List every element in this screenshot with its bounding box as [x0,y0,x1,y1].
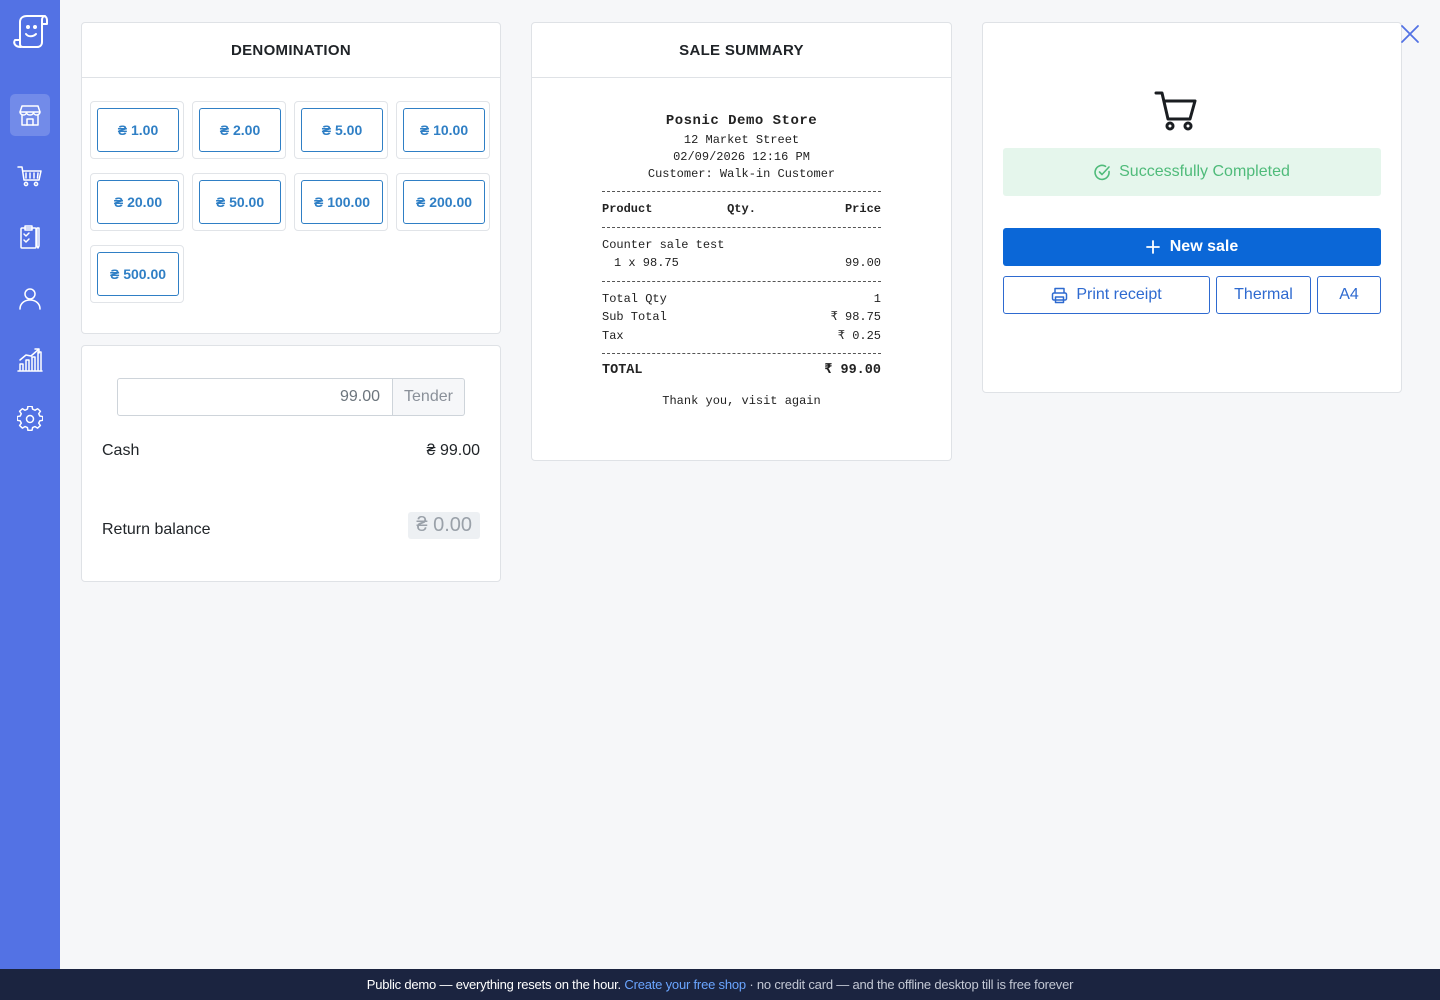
denom-button-2[interactable]: ₴ 2.00 [199,108,281,152]
denomination-title: DENOMINATION [82,23,500,78]
nav-cart[interactable] [10,155,50,197]
cart-icon [1154,89,1198,133]
denom-button-10[interactable]: ₴ 10.00 [403,108,485,152]
denom-cell: ₴ 1.00 [90,101,184,159]
receipt-face-icon[interactable] [11,14,49,50]
a4-label: A4 [1339,286,1359,303]
cash-label: Cash [102,442,140,459]
demo-footer: Public demo — everything resets on the h… [0,969,1440,1000]
receipt-datetime: 02/09/2026 12:16 PM [673,150,810,164]
total-label: TOTAL [602,363,643,378]
total-qty-value: 1 [873,291,881,306]
thermal-label: Thermal [1234,286,1293,303]
receipt-item-name-row: Counter sale test [602,236,881,255]
nav-reports[interactable] [10,338,50,380]
denom-cell: ₴ 10.00 [396,101,490,159]
total-row: TOTAL ₹ 99.00 [602,362,881,381]
settings-icon [17,406,43,432]
close-icon [1401,25,1419,43]
a4-button[interactable]: A4 [1317,276,1381,314]
payment-card: Tender Cash ₴ 99.00 Return balance ₴ 0.0… [81,345,501,582]
receipt-item-row: 1 x 98.75 99.00 [602,254,881,273]
success-message: Successfully Completed [1003,148,1381,196]
nav-customers[interactable] [10,277,50,319]
return-balance-label: Return balance [102,520,211,538]
tax-label: Tax [602,328,624,343]
tax-row: Tax ₹ 0.25 [602,327,881,346]
print-receipt-label: Print receipt [1076,286,1162,303]
return-balance-row: Return balance ₴ 0.00 [102,512,480,539]
sale-summary-card: SALE SUMMARY Posnic Demo Store 12 Market… [531,22,952,461]
receipt-divider [602,353,881,354]
receipt-customer: Customer: Walk-in Customer [647,167,836,181]
receipt: Posnic Demo Store 12 Market Street 02/09… [602,113,881,410]
create-shop-link[interactable]: Create your free shop [624,977,746,992]
denom-cell: ₴ 500.00 [90,245,184,303]
receipt-divider [602,226,881,228]
total-qty-label: Total Qty [602,291,667,306]
nav-store[interactable] [10,94,50,136]
tender-input[interactable] [117,378,393,416]
print-receipt-button[interactable]: Print receipt [1003,276,1210,314]
new-sale-label: New sale [1169,238,1239,255]
subtotal-label: Sub Total [602,310,667,324]
denom-cell: ₴ 100.00 [294,173,388,231]
receipt-divider [602,191,881,192]
denom-button-200[interactable]: ₴ 200.00 [403,180,485,224]
receipt-header-row: Product Qty. Price [602,200,881,219]
receipt-store-name: Posnic Demo Store [665,113,818,129]
clipboard-icon [20,225,40,249]
item-price: 99.00 [844,256,881,270]
denom-button-20[interactable]: ₴ 20.00 [97,180,179,224]
completion-card: Successfully Completed New sale Print re… [982,22,1402,393]
printer-icon [1052,287,1068,303]
col-product: Product [602,202,653,216]
return-balance-value: ₴ 0.00 [408,512,480,539]
sale-summary-title: SALE SUMMARY [532,23,951,78]
store-icon [19,105,41,126]
receipt-address: 12 Market Street [683,133,800,147]
denom-cell: ₴ 5.00 [294,101,388,159]
denom-button-1[interactable]: ₴ 1.00 [97,108,179,152]
denom-cell: ₴ 2.00 [192,101,286,159]
denom-cell: ₴ 20.00 [90,173,184,231]
cart-icon [17,166,42,187]
cash-row: Cash ₴ 99.00 [102,442,480,460]
footer-lead: Public demo — everything resets on the h… [366,977,621,992]
tender-group: Tender [117,378,465,416]
denom-button-100[interactable]: ₴ 100.00 [301,180,383,224]
nav-settings[interactable] [10,398,50,440]
denomination-card: DENOMINATION ₴ 1.00 ₴ 2.00 ₴ 5.00 ₴ 10.0… [81,22,501,334]
denom-cell: ₴ 50.00 [192,173,286,231]
total-qty-row: Total Qty 1 [602,290,881,309]
subtotal-value: ₹ 98.75 [830,310,881,324]
denom-cell: ₴ 200.00 [396,173,490,231]
nav-orders[interactable] [10,216,50,258]
plus-icon [1145,240,1160,254]
denom-button-5[interactable]: ₴ 5.00 [301,108,383,152]
subtotal-row: Sub Total ₹ 98.75 [602,308,881,327]
footer-tail: · no credit card — and the offline deskt… [749,977,1074,992]
item-qty-line: 1 x 98.75 [614,256,679,270]
close-button[interactable] [1398,22,1422,46]
new-sale-button[interactable]: New sale [1003,228,1381,266]
success-text: Successfully Completed [1119,163,1290,180]
cash-value: ₴ 99.00 [426,442,480,459]
col-qty: Qty. [727,202,756,216]
user-icon [19,288,41,310]
total-value: ₹ 99.00 [824,363,881,378]
receipt-thanks: Thank you, visit again [662,393,821,408]
denom-button-50[interactable]: ₴ 50.00 [199,180,281,224]
thermal-button[interactable]: Thermal [1216,276,1311,314]
denom-button-500[interactable]: ₴ 500.00 [97,252,179,296]
item-name: Counter sale test [602,237,725,252]
sidebar [0,0,60,969]
tax-value: ₹ 0.25 [837,328,881,343]
tender-button[interactable]: Tender [393,378,465,416]
check-circle-icon [1094,164,1110,180]
receipt-divider [602,280,881,282]
analytics-icon [17,348,43,372]
col-price: Price [844,202,881,216]
